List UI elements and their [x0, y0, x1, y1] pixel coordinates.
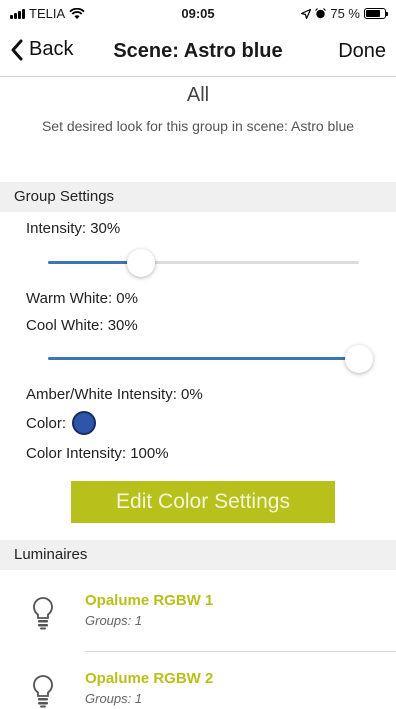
lightbulb-icon: [33, 675, 53, 708]
cool-white-slider[interactable]: [48, 344, 373, 374]
battery-icon: [364, 8, 388, 19]
status-bar: TELIA 09:05 75 %: [0, 0, 396, 28]
location-icon: [301, 8, 312, 19]
luminaire-item[interactable]: Opalume RGBW 1 Groups: 1: [0, 586, 396, 646]
group-name: All: [186, 84, 210, 106]
cool-white-label: Cool White: 30%: [26, 317, 138, 334]
lightbulb-icon: [33, 597, 53, 630]
luminaire-item[interactable]: Opalume RGBW 2 Groups: 1: [0, 664, 396, 709]
battery-percent: 75 %: [330, 6, 360, 21]
list-divider: [85, 651, 396, 652]
battery-fill: [366, 10, 380, 17]
color-label: Color:: [26, 414, 67, 432]
luminaire-groups: Groups: 1: [85, 613, 143, 628]
slider-thumb[interactable]: [127, 249, 156, 277]
color-intensity-label: Color Intensity: 100%: [26, 445, 169, 462]
luminaire-groups: Groups: 1: [85, 691, 143, 706]
luminaire-name: Opalume RGBW 1: [85, 592, 214, 609]
intensity-slider[interactable]: [48, 248, 359, 278]
slider-fill: [48, 357, 359, 360]
done-button[interactable]: Done: [338, 40, 386, 63]
page-title: Scene: Astro blue: [113, 40, 283, 62]
group-settings-header: Group Settings: [0, 182, 396, 212]
amber-white-label: Amber/White Intensity: 0%: [26, 386, 203, 403]
warm-white-label: Warm White: 0%: [26, 290, 138, 307]
color-row: Color:: [26, 411, 97, 435]
edit-color-settings-button[interactable]: Edit Color Settings: [71, 481, 335, 523]
group-header: All Set desired look for this group in s…: [0, 84, 396, 135]
intensity-label: Intensity: 30%: [26, 220, 121, 237]
alarm-icon: [315, 8, 327, 19]
nav-divider: [0, 76, 396, 77]
navigation-bar: Back Scene: Astro blue Done: [0, 28, 396, 76]
color-swatch[interactable]: [72, 411, 97, 435]
luminaire-name: Opalume RGBW 2: [85, 670, 214, 687]
luminaires-header: Luminaires: [0, 540, 396, 570]
slider-thumb[interactable]: [345, 345, 373, 373]
group-description: Set desired look for this group in scene…: [41, 118, 355, 134]
status-right: 75 %: [301, 6, 388, 21]
